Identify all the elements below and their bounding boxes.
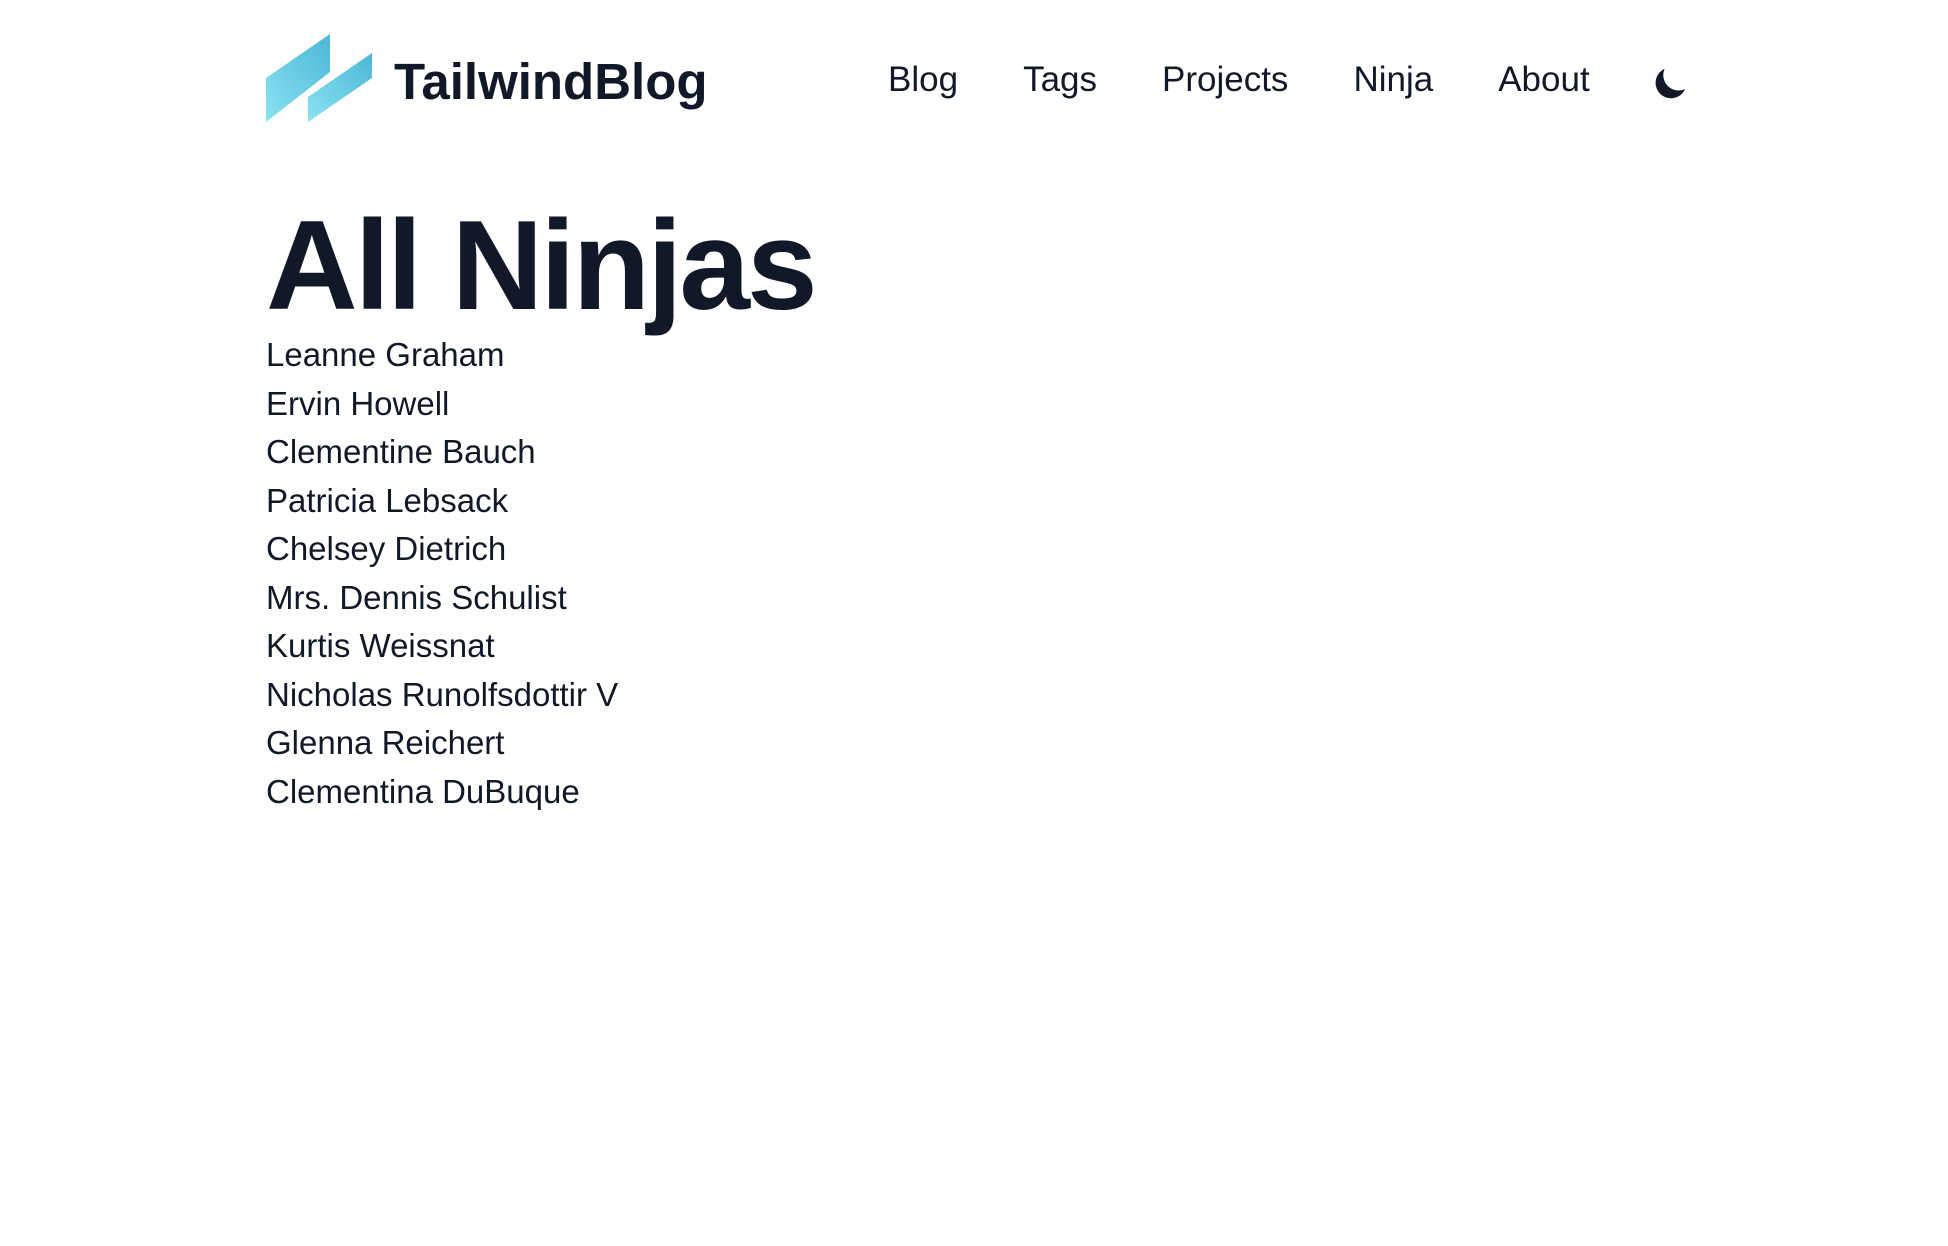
list-item: Patricia Lebsack [266,481,509,519]
nav-link-projects[interactable]: Projects [1162,58,1288,101]
list-item: Clementine Bauch [266,433,536,470]
page-title: All Ninjas [266,194,818,336]
list-item: Kurtis Weissnat [266,627,495,664]
list-item: Leanne Graham [266,336,505,373]
nav-link-blog[interactable]: Blog [888,58,958,101]
list-item: Glenna Reichert [266,724,505,761]
page: TailwindBlog Blog Tags Projects Ninja Ab… [0,0,1948,1246]
nav-link-about[interactable]: About [1498,58,1589,101]
moon-icon [1655,68,1686,99]
logo-icon [266,34,372,122]
main-content: All Ninjas Leanne Graham Ervin Howell Cl… [266,192,818,816]
nav-link-ninja[interactable]: Ninja [1353,58,1433,101]
list-item: Clementina DuBuque [266,772,580,810]
theme-toggle-button[interactable] [1646,56,1696,106]
list-item: Mrs. Dennis Schulist [266,578,567,616]
list-item: Chelsey Dietrich [266,530,507,567]
site-header: TailwindBlog Blog Tags Projects Ninja Ab… [266,34,1696,122]
nav-link-tags[interactable]: Tags [1023,58,1097,101]
list-item: Nicholas Runolfsdottir V [266,675,619,713]
ninja-list: Leanne Graham Ervin Howell Clementine Ba… [266,331,815,816]
list-item: Ervin Howell [266,384,450,422]
brand-name: TailwindBlog [394,52,708,110]
brand-home-link[interactable]: TailwindBlog [266,34,708,122]
main-nav: Blog Tags Projects Ninja About [888,58,1655,101]
